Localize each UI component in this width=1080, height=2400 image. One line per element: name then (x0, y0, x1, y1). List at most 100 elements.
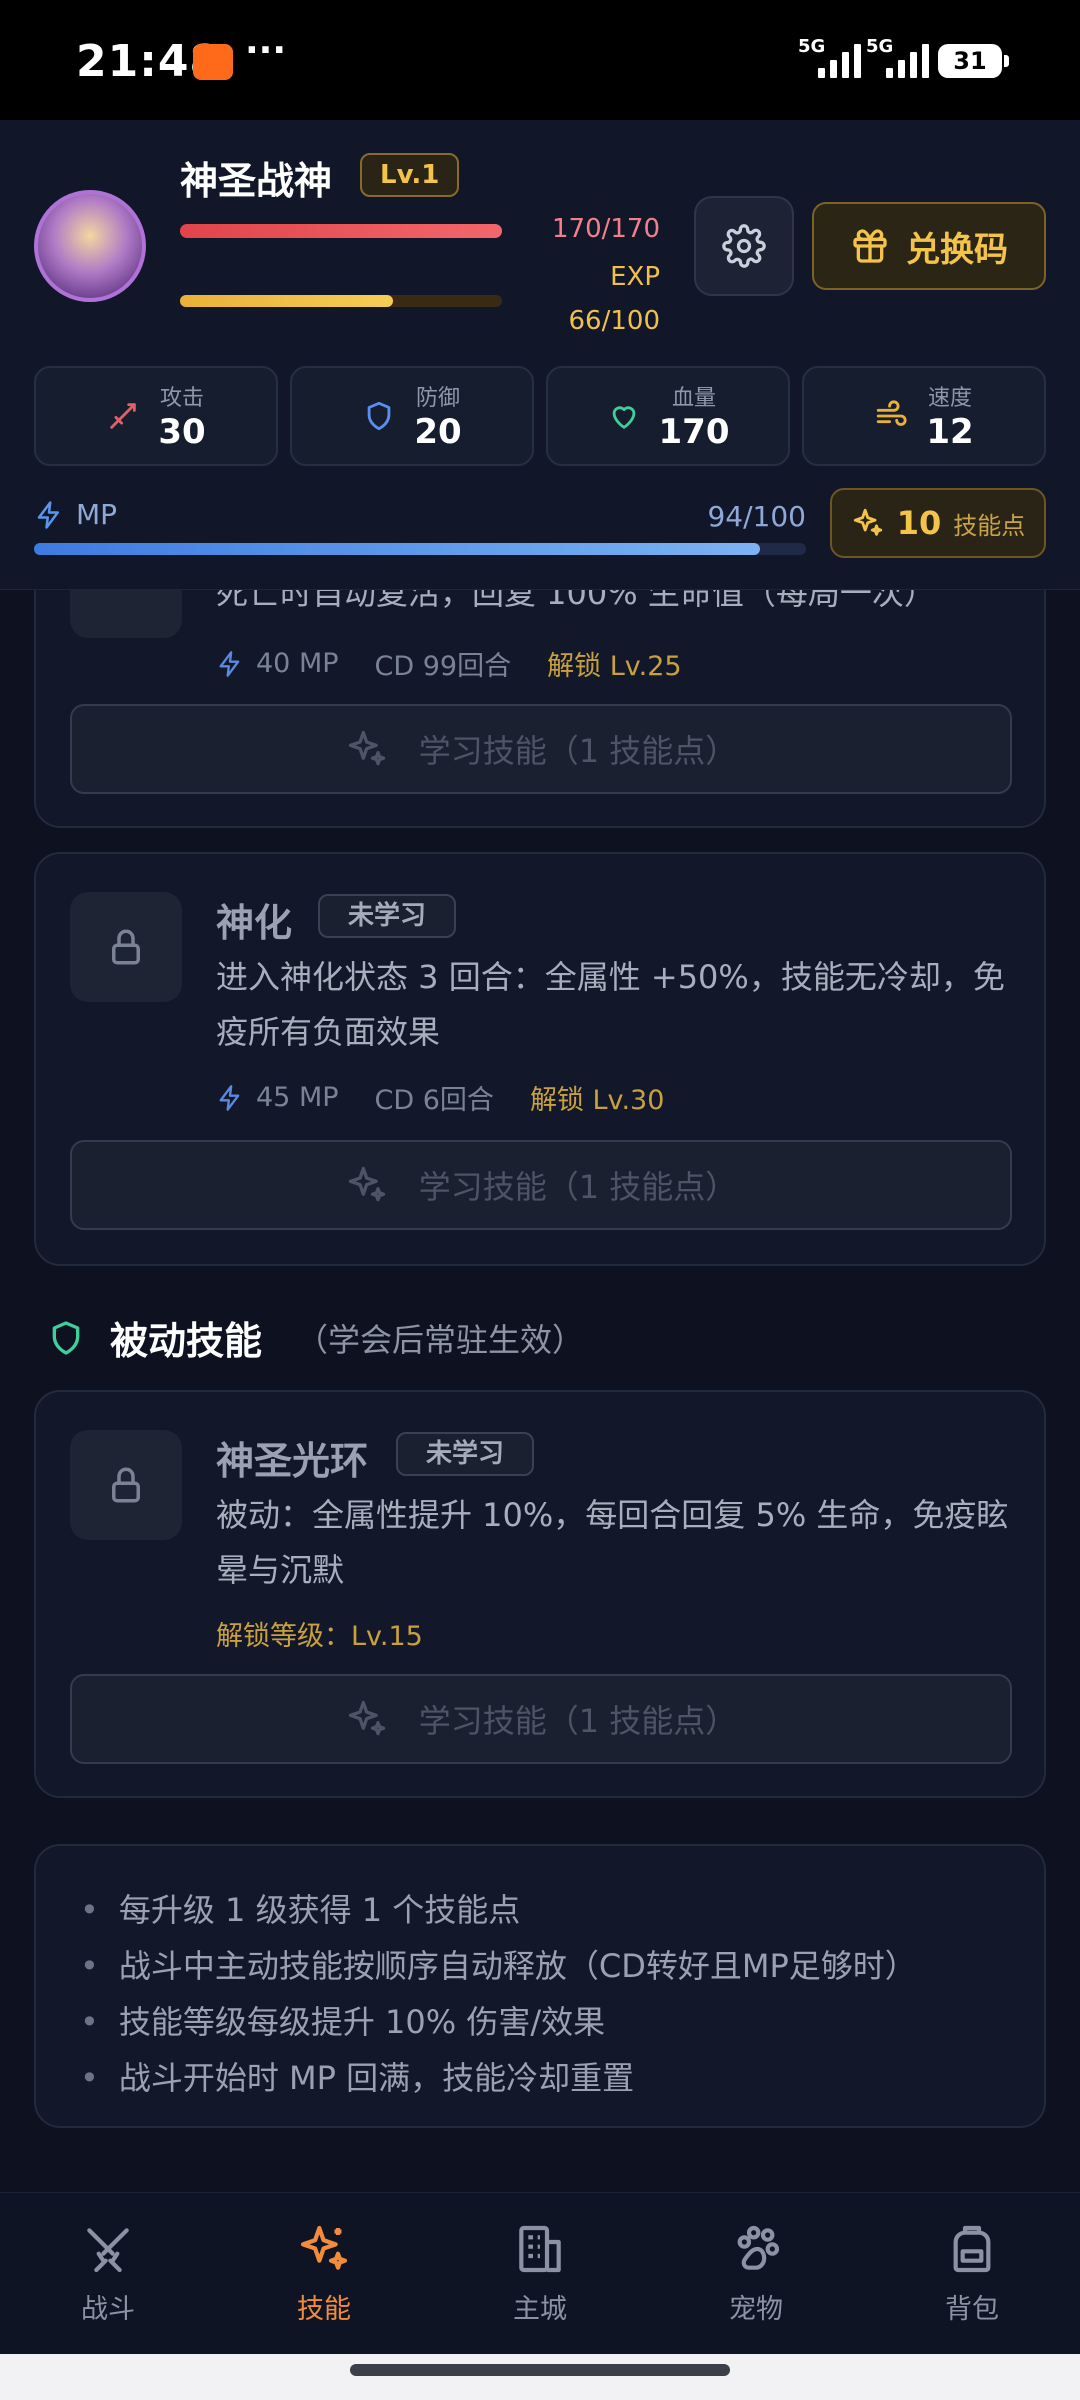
exp-label: EXP (610, 262, 660, 292)
app-notification-icon (193, 44, 233, 80)
settings-button[interactable] (694, 196, 794, 296)
nav-city[interactable]: 主城 (432, 2193, 648, 2354)
stat-value: 12 (926, 412, 974, 452)
stat-speed: 速度 12 (802, 366, 1046, 466)
mp-bar (34, 543, 806, 555)
skill-name: 神圣光环 (216, 1439, 369, 1483)
gear-icon (722, 224, 766, 268)
learn-skill-label: 学习技能（1 技能点） (418, 732, 738, 770)
skill-icon-box (70, 1430, 182, 1540)
learn-skill-button[interactable]: 学习技能（1 技能点） (70, 1140, 1012, 1230)
skill-meta: 40 MP CD 99回合 解锁 Lv.25 (216, 644, 682, 683)
tip-item: • 战斗开始时 MP 回满，技能冷却重置 (80, 2050, 1000, 2106)
nav-backpack[interactable]: 背包 (864, 2193, 1080, 2354)
nav-label: 技能 (297, 2294, 351, 2325)
learn-skill-label: 学习技能（1 技能点） (418, 1168, 738, 1206)
skill-unlock-level: 解锁等级：Lv.15 (216, 1621, 423, 1652)
sparkles-icon (348, 1700, 385, 1736)
nav-pets[interactable]: 宠物 (648, 2193, 864, 2354)
skill-card-deify: 神化 未学习 进入神化状态 3 回合：全属性 +50%，技能无冷却，免疫所有负面… (34, 852, 1046, 1266)
hp-bar (180, 224, 502, 238)
lock-icon (112, 929, 140, 965)
stat-label: 速度 (927, 386, 972, 411)
hp-value: 170/170 (551, 214, 660, 244)
player-header: 神圣战神 Lv.1 170/170 EXP 66/100 兑换码 攻击 30 防御… (0, 120, 1080, 590)
battery-icon: 31 (938, 44, 1009, 78)
stat-label: 攻击 (159, 386, 204, 411)
stat-value: 30 (158, 412, 206, 452)
skill-unlock-level: 解锁 Lv.25 (547, 651, 682, 682)
lightning-icon (219, 1084, 240, 1111)
tip-text: 战斗开始时 MP 回满，技能冷却重置 (118, 2059, 635, 2097)
paw-icon (737, 2225, 780, 2270)
redeem-code-label: 兑换码 (906, 229, 1008, 270)
sparkles-icon (853, 508, 882, 536)
home-indicator[interactable] (350, 2364, 730, 2376)
stat-value: 170 (658, 412, 730, 452)
stat-attack: 攻击 30 (34, 366, 278, 466)
hp-bar-fill (180, 224, 502, 238)
player-name: 神圣战神 (180, 159, 333, 203)
gift-icon (853, 229, 887, 263)
stat-label: 防御 (415, 386, 460, 411)
lightning-icon (37, 500, 59, 529)
nav-skills[interactable]: 技能 (216, 2193, 432, 2354)
mp-label: MP (34, 498, 117, 531)
tip-item: • 战斗中主动技能按顺序自动释放（CD转好且MP足够时） (80, 1938, 1000, 1994)
signal-strength-icon-2 (886, 40, 929, 78)
building-icon (519, 2225, 561, 2273)
wind-icon (877, 400, 907, 426)
skill-mp-cost: 45 MP (256, 1082, 339, 1113)
level-badge: Lv.1 (360, 153, 460, 197)
stat-health: 血量 170 (546, 366, 790, 466)
bottom-nav: 战斗 技能 主城 宠物 背包 (0, 2192, 1080, 2354)
skill-points-badge: 10 技能点 (830, 488, 1046, 558)
skill-cooldown: CD 6回合 (374, 1085, 494, 1116)
stat-label: 血量 (671, 386, 716, 411)
section-title: 被动技能 (110, 1319, 263, 1363)
nav-battle[interactable]: 战斗 (0, 2193, 216, 2354)
skill-points-count: 10 (896, 504, 942, 542)
mp-label-text: MP (76, 498, 118, 531)
system-nav-area (0, 2354, 1080, 2400)
player-avatar[interactable] (34, 190, 146, 302)
tip-item: • 每升级 1 级获得 1 个技能点 (80, 1882, 1000, 1938)
skill-meta: 45 MP CD 6回合 解锁 Lv.30 (216, 1078, 664, 1117)
skill-unlock-level: 解锁 Lv.30 (529, 1085, 665, 1116)
tip-text: 战斗中主动技能按顺序自动释放（CD转好且MP足够时） (118, 1947, 917, 1985)
section-subtitle: （学会后常驻生效） (296, 1320, 585, 1359)
passive-section-header: 被动技能 （学会后常驻生效） (46, 1310, 584, 1365)
skill-meta: 解锁等级：Lv.15 (216, 1614, 423, 1653)
skill-description: 被动：全属性提升 10%，每回合回复 5% 生命，免疫眩晕与沉默 (216, 1496, 1009, 1589)
exp-bar-fill (180, 295, 393, 307)
backpack-icon (953, 2225, 991, 2273)
skill-card-holy-aura: 神圣光环 未学习 被动：全属性提升 10%，每回合回复 5% 生命，免疫眩晕与沉… (34, 1390, 1046, 1798)
skill-mp-cost: 40 MP (256, 648, 339, 679)
signal-strength-icon (818, 40, 861, 78)
sparkles-icon (300, 2225, 348, 2270)
learn-skill-button[interactable]: 学习技能（1 技能点） (70, 1674, 1012, 1764)
exp-bar (180, 295, 502, 307)
crossed-swords-icon (87, 2228, 129, 2273)
nav-label: 宠物 (729, 2294, 783, 2325)
learn-skill-button[interactable]: 学习技能（1 技能点） (70, 704, 1012, 794)
tip-item: • 技能等级每级提升 10% 伤害/效果 (80, 1994, 1000, 2050)
stats-row: 攻击 30 防御 20 血量 170 速度 12 (34, 366, 1046, 466)
learn-skill-label: 学习技能（1 技能点） (418, 1702, 738, 1740)
more-notifications-icon: ··· (245, 30, 287, 71)
skill-tips: • 每升级 1 级获得 1 个技能点 • 战斗中主动技能按顺序自动释放（CD转好且M… (34, 1844, 1046, 2128)
redeem-code-button[interactable]: 兑换码 (812, 202, 1046, 290)
stat-value: 20 (414, 412, 462, 452)
mp-value: 94/100 (707, 500, 806, 533)
exp-value: 66/100 (568, 306, 660, 336)
skill-cooldown: CD 99回合 (374, 651, 512, 682)
shield-icon (367, 401, 391, 431)
stat-defense: 防御 20 (290, 366, 534, 466)
sword-icon (110, 403, 137, 429)
unlearned-tag: 未学习 (396, 1432, 535, 1476)
sparkles-icon (348, 1166, 385, 1202)
heart-icon (612, 406, 635, 429)
status-bar: 21:48 ··· 5G 5G 31 (0, 0, 1080, 120)
mp-bar-fill (34, 543, 760, 555)
unlearned-tag: 未学习 (318, 894, 457, 938)
